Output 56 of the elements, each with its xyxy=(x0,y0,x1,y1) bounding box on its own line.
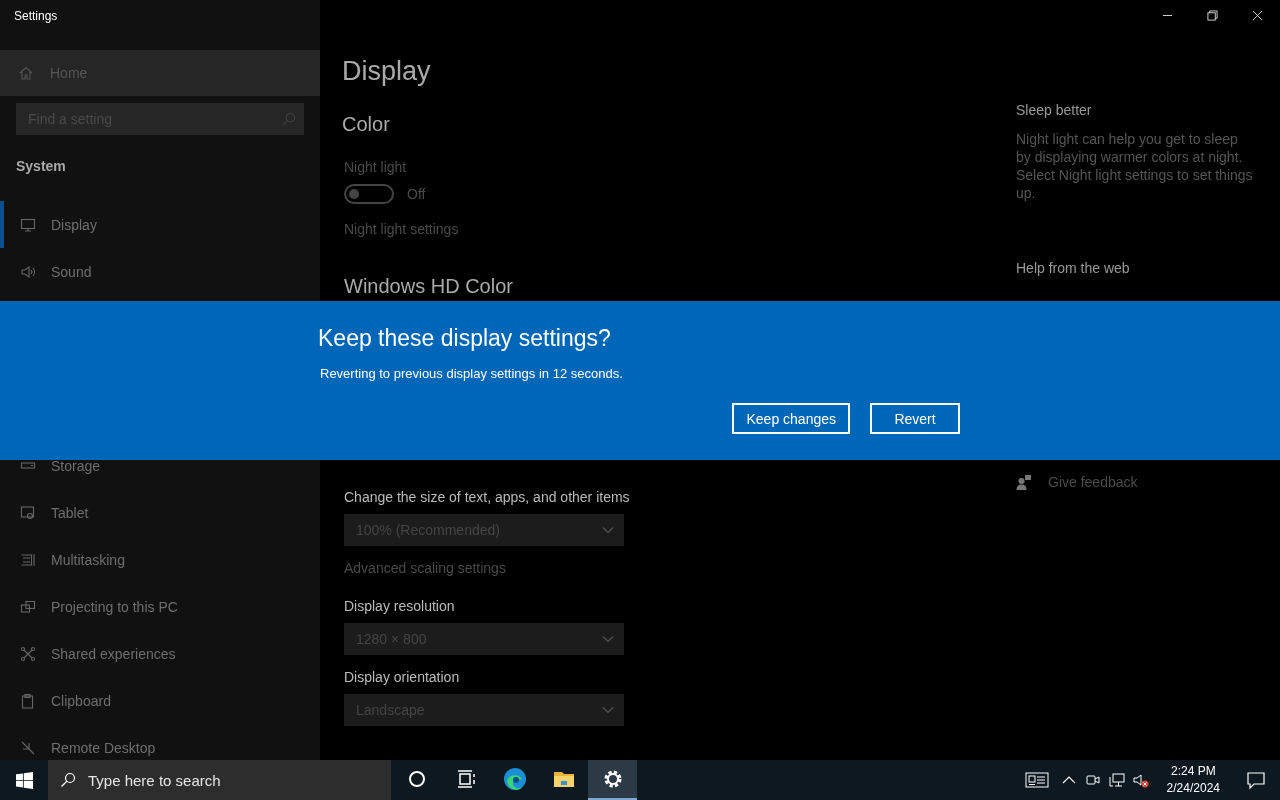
revert-button[interactable]: Revert xyxy=(870,403,960,434)
setting-label: Display orientation xyxy=(344,669,460,685)
screens-icon xyxy=(20,598,36,615)
camera-icon[interactable] xyxy=(1084,772,1101,788)
feedback-icon xyxy=(1016,474,1032,490)
keep-button[interactable]: Keep changes xyxy=(732,403,850,434)
chevron-icon xyxy=(602,526,614,534)
network-icon[interactable] xyxy=(1108,772,1125,788)
setting-label: Change the size of text, apps, and other items xyxy=(344,489,630,505)
notification-icon[interactable] xyxy=(1246,770,1266,790)
search-icon xyxy=(60,772,76,788)
clock-time: 2:24 PM xyxy=(1170,763,1216,780)
nav-item[interactable]: Storage xyxy=(0,442,320,489)
section-heading: Color xyxy=(342,113,390,136)
dialog-title: Keep these display settings? xyxy=(318,325,611,352)
remote-icon xyxy=(20,739,36,756)
night-light-settings-link[interactable]: Night light settings xyxy=(344,221,459,237)
news-icon[interactable] xyxy=(1024,772,1049,788)
chevron-icon xyxy=(602,635,614,643)
taskbar-search-box[interactable]: Type here to search xyxy=(48,760,391,800)
nav-item[interactable]: Projecting to this PC xyxy=(0,583,320,630)
dialog-message: Reverting to previous display settings in 12 seconds. xyxy=(320,366,623,381)
nav-item[interactable]: Remote Desktop xyxy=(0,724,320,760)
toggle-state: Off xyxy=(407,186,426,202)
page-title: Display xyxy=(342,56,431,87)
chevron-icon xyxy=(602,706,614,714)
give-feedback-link[interactable]: Give feedback xyxy=(1048,474,1138,490)
browser-icon xyxy=(502,767,527,791)
window-title: Settings xyxy=(14,9,58,23)
monitor-icon xyxy=(20,216,36,233)
aside-heading: Help from the web xyxy=(1016,260,1130,276)
nav-item[interactable]: Display xyxy=(0,201,320,248)
nav-item[interactable]: Sound xyxy=(0,248,320,295)
shared-icon xyxy=(20,645,36,662)
taskbar-button[interactable] xyxy=(588,760,637,800)
taskbar-search-field[interactable]: Type here to search xyxy=(88,771,391,789)
aside-heading: Sleep better xyxy=(1016,102,1092,118)
volume-icon[interactable] xyxy=(1132,772,1149,788)
night-light-toggle[interactable] xyxy=(344,184,394,204)
nav-item[interactable]: Tablet xyxy=(0,489,320,536)
nav-item[interactable]: Clipboard xyxy=(0,677,320,724)
multitasking-icon xyxy=(20,551,36,568)
section-heading: System xyxy=(16,158,67,174)
tablet-icon xyxy=(20,504,36,521)
clipboard-icon xyxy=(20,692,36,709)
nav-item[interactable]: Multitasking xyxy=(0,536,320,583)
home-icon xyxy=(18,65,34,81)
setting-label: Night light xyxy=(344,159,407,175)
advanced-link[interactable]: Advanced scaling settings xyxy=(344,560,506,576)
setting-label: Display resolution xyxy=(344,598,455,614)
section-heading: Windows HD Color xyxy=(344,275,513,298)
speaker-icon xyxy=(20,263,36,280)
clock-date: 2/24/2024 xyxy=(1166,780,1220,797)
aside-text: Night light can help you get to sleep by displaying warmer colors at night. Select Night light settings to set things up. xyxy=(1016,130,1254,202)
nav-item[interactable]: Shared experiences xyxy=(0,630,320,677)
search-icon xyxy=(281,111,296,127)
